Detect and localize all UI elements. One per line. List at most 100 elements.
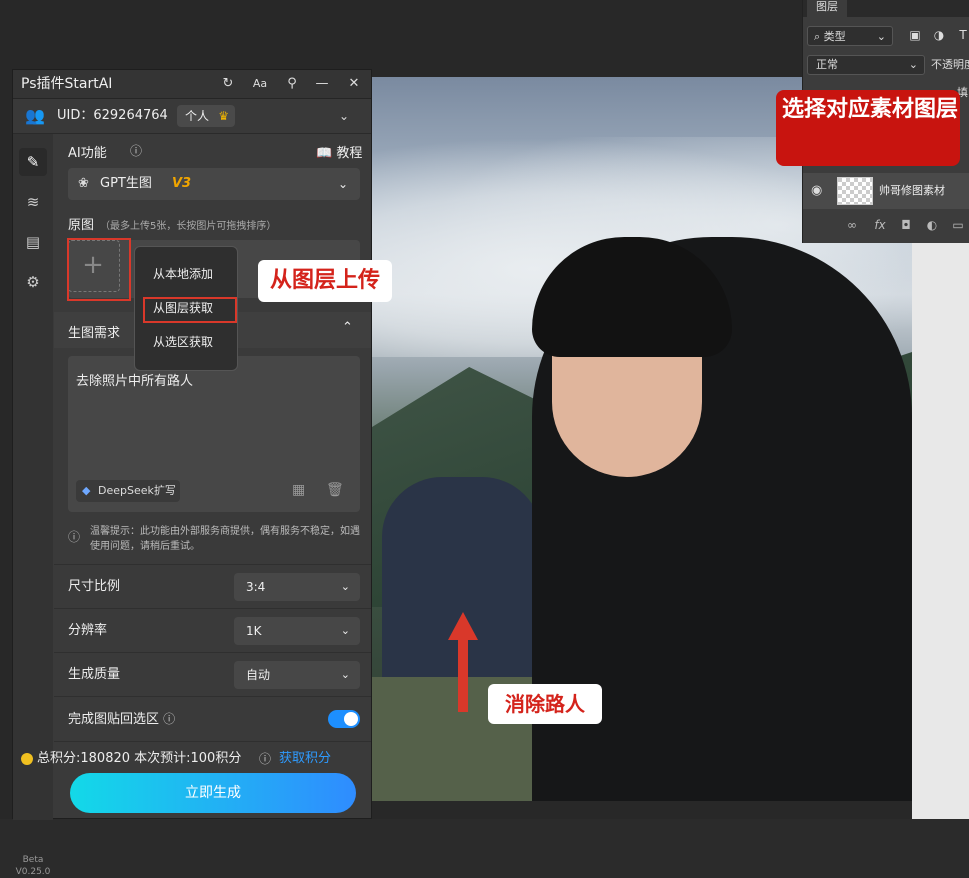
tab-layers[interactable]: 图层 (807, 0, 847, 17)
model-version: V3 (172, 176, 192, 191)
menu-item-from-selection[interactable]: 从选区获取 (135, 327, 237, 357)
tutorial-button[interactable]: 📖 教程 (316, 142, 362, 161)
ai-function-label: AI功能 (68, 146, 107, 161)
user-bar: 👥 UID：629264764 个人 ♛ ⌄ (13, 99, 371, 134)
mask-icon[interactable]: ◘ (897, 215, 915, 235)
openai-icon: ❀ (78, 176, 89, 191)
size-ratio-row: 尺寸比例 3:4 ⌄ (54, 564, 371, 609)
edit-icon[interactable]: ✎ (19, 148, 47, 176)
annotation-select-layer: 选择对应素材图层 (776, 90, 960, 166)
size-ratio-select[interactable]: 3:4 ⌄ (234, 573, 360, 601)
layer-name: 帅哥修图素材 (879, 184, 945, 197)
quality-value: 自动 (246, 668, 271, 682)
opacity-label: 不透明度 (931, 58, 969, 71)
red-arrow-up-icon (448, 612, 478, 712)
history-icon[interactable]: ▦ (292, 482, 305, 498)
source-image-hint: （最多上传5张，长按图片可拖拽排序） (100, 221, 277, 232)
info-icon[interactable]: ⓘ (163, 712, 175, 726)
points-bar: 总积分:180820 本次预计:100积分 ⓘ 获取积分 (21, 748, 341, 770)
font-size-icon[interactable]: Aa (249, 70, 271, 98)
resolution-select[interactable]: 1K ⌄ (234, 617, 360, 645)
deepseek-whale-icon: ◆ (82, 484, 91, 497)
resolution-value: 1K (246, 624, 262, 638)
plugin-title: Ps插件StartAI (21, 76, 113, 92)
quality-row: 生成质量 自动 ⌄ (54, 652, 371, 697)
size-ratio-value: 3:4 (246, 580, 266, 594)
chevron-down-icon[interactable]: ⌄ (339, 99, 349, 133)
image-filter-icon[interactable]: ▣ (907, 27, 923, 43)
info-icon[interactable]: ⓘ (130, 142, 142, 159)
annotation-select-layer-text: 选择对应素材图层 (782, 97, 959, 122)
info-icon: ⓘ (68, 530, 81, 544)
requirement-label: 生图需求 (68, 326, 121, 341)
paste-back-label: 完成图贴回选区 ⓘ (68, 697, 175, 742)
model-select[interactable]: ❀ GPT生图 V3 ⌄ (68, 168, 360, 200)
chevron-down-icon: ⌄ (908, 58, 918, 71)
minimize-icon[interactable]: — (311, 70, 333, 98)
folder-icon[interactable]: ▭ (949, 215, 967, 235)
account-badge[interactable]: 个人 ♛ (177, 105, 235, 127)
quality-select[interactable]: 自动 ⌄ (234, 661, 360, 689)
settings-gear-icon[interactable]: ⚙ (19, 268, 47, 296)
version-beta: Beta (22, 855, 44, 865)
layers-footer: ∞ fx ◘ ◐ ▭ (803, 215, 969, 235)
menu-item-local[interactable]: 从本地添加 (135, 259, 237, 289)
version-info: Beta V0.25.0 (13, 854, 53, 878)
info-icon[interactable]: ⓘ (259, 748, 271, 770)
clipboard-icon[interactable]: ▤ (19, 228, 47, 256)
layer-filter-value: 类型 (823, 30, 846, 43)
layers-tabbar: 图层 (803, 0, 969, 17)
blend-mode-select[interactable]: 正常 ⌄ (807, 55, 925, 75)
plugin-content: AI功能 ⓘ 📖 教程 ❀ GPT生图 V3 ⌄ 原图 （最多上传5张，长按图片… (54, 134, 371, 820)
size-ratio-label: 尺寸比例 (68, 579, 121, 594)
pin-icon[interactable]: ⚲ (281, 70, 303, 98)
chevron-down-icon: ⌄ (340, 668, 350, 681)
layer-row[interactable]: ◉ 帅哥修图素材 (803, 173, 969, 209)
menu-highlight-box (143, 297, 237, 323)
trash-icon[interactable]: 🗑 (326, 482, 344, 498)
link-icon[interactable]: ∞ (843, 215, 861, 235)
layer-filter-select[interactable]: ⌕ 类型 ⌄ (807, 26, 893, 46)
book-icon: 📖 (316, 146, 333, 161)
type-filter-icon[interactable]: T (955, 27, 969, 43)
model-name: GPT生图 (100, 176, 152, 191)
deepseek-label: DeepSeek扩写 (98, 484, 176, 497)
user-icon[interactable]: 👥 (25, 106, 45, 126)
side-nav: ✎ ≋ ▤ ⚙ Beta V0.25.0 (13, 134, 53, 877)
blend-mode-value: 正常 (816, 58, 838, 71)
generate-button[interactable]: 立即生成 (70, 773, 356, 813)
source-image-label: 原图 (68, 218, 95, 233)
layer-thumbnail (837, 177, 873, 205)
resolution-label: 分辨率 (68, 623, 108, 638)
crown-icon: ♛ (218, 109, 229, 123)
chevron-down-icon: ⌄ (340, 624, 350, 637)
uid-text: UID：629264764 (57, 108, 168, 123)
adjustment-filter-icon[interactable]: ◑ (931, 27, 947, 43)
toggle-knob (344, 712, 358, 726)
tutorial-label: 教程 (336, 146, 363, 161)
service-tip: 温馨提示：此功能由外部服务商提供，偶有服务不稳定，如遇使用问题，请稍后重试。 (90, 526, 360, 552)
points-text: 总积分:180820 本次预计:100积分 (37, 751, 242, 766)
requirement-text: 去除照片中所有路人 (76, 374, 194, 389)
get-points-link[interactable]: 获取积分 (279, 748, 331, 770)
requirement-textarea[interactable]: 去除照片中所有路人 DeepSeek扩写 ◆ ▦ 🗑 (68, 356, 360, 512)
refresh-icon[interactable]: ↻ (217, 70, 239, 98)
fx-icon[interactable]: fx (871, 215, 889, 235)
account-type: 个人 (185, 109, 210, 123)
deepseek-expand-button[interactable]: DeepSeek扩写 (76, 480, 180, 502)
chevron-down-icon: ⌄ (337, 177, 348, 191)
paste-back-text: 完成图贴回选区 (68, 712, 160, 727)
chevron-up-icon[interactable]: ⌃ (342, 320, 353, 335)
close-icon[interactable]: ✕ (343, 70, 365, 98)
chevron-down-icon: ⌄ (876, 30, 886, 43)
coin-icon (21, 753, 33, 765)
visibility-eye-icon[interactable]: ◉ (811, 183, 829, 199)
annotation-remove-people: 消除路人 (488, 684, 602, 724)
layers-icon[interactable]: ≋ (19, 188, 47, 216)
paste-back-row: 完成图贴回选区 ⓘ (54, 696, 371, 742)
paste-back-toggle[interactable] (328, 710, 360, 728)
chevron-down-icon: ⌄ (340, 580, 350, 593)
upload-highlight-box (67, 238, 131, 301)
annotation-upload-from-layer: 从图层上传 (258, 260, 392, 302)
adjustment-icon[interactable]: ◐ (923, 215, 941, 235)
